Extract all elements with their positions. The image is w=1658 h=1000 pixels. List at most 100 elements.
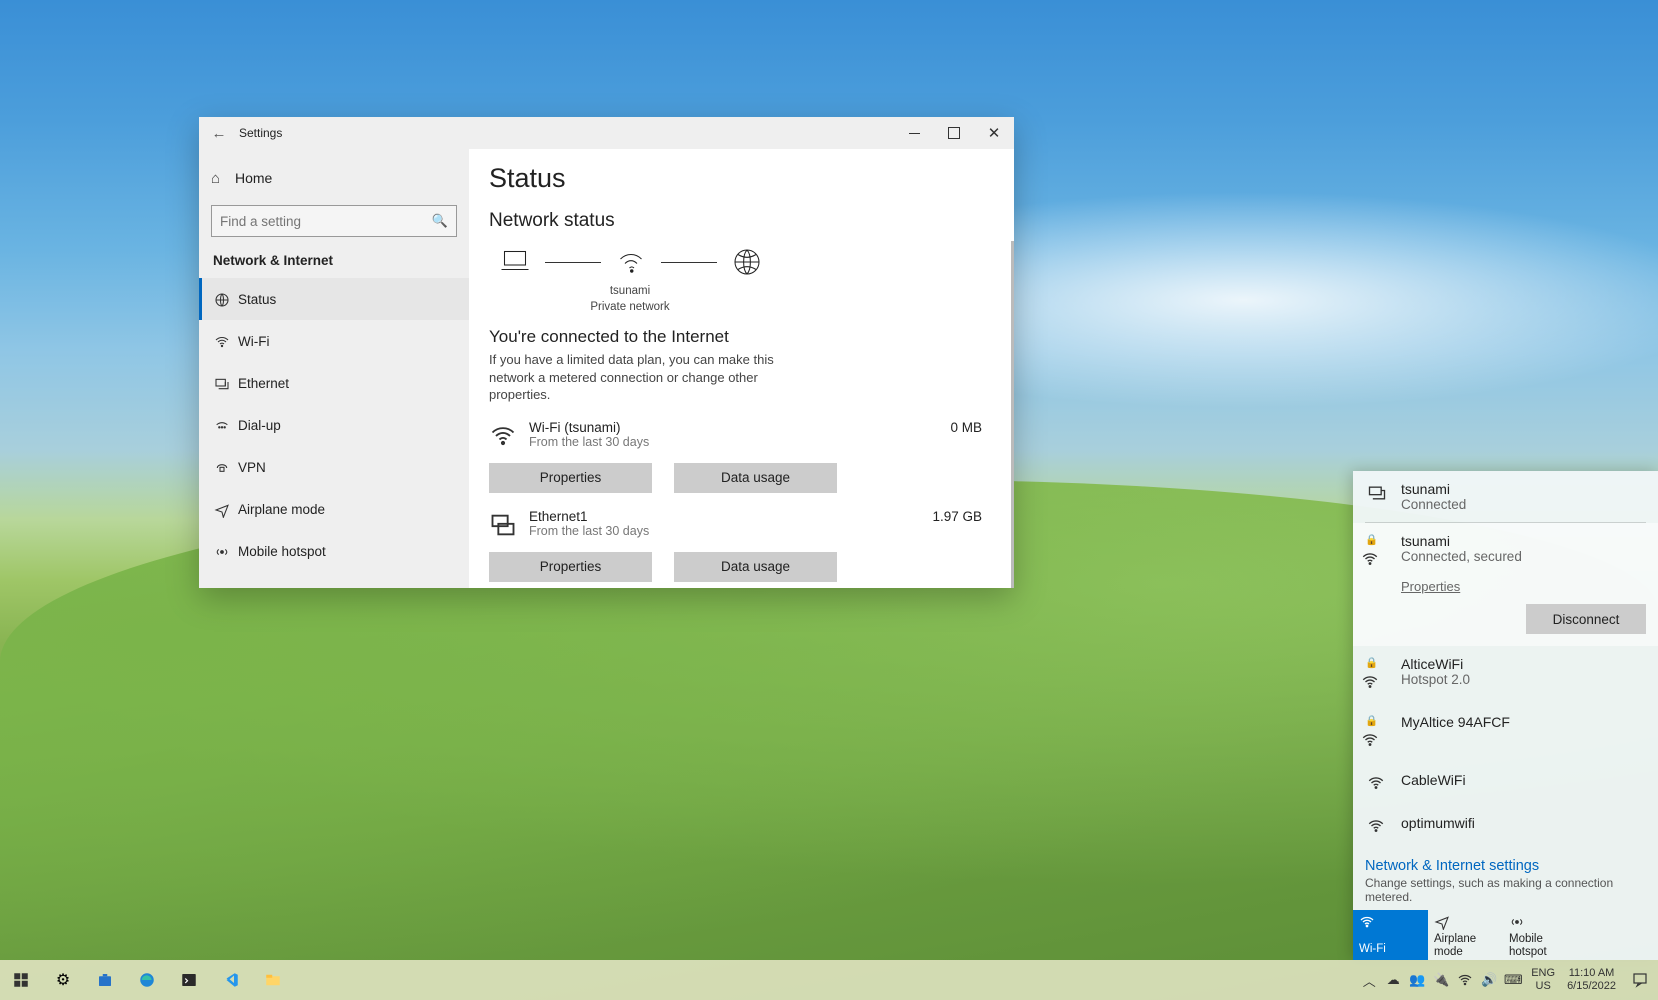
connection-description: If you have a limited data plan, you can…	[489, 351, 819, 404]
find-setting-search[interactable]: 🔍	[211, 205, 457, 237]
network-sub: From the last 30 days	[529, 435, 950, 449]
sidebar-item-wifi[interactable]: Wi-Fi	[199, 320, 469, 362]
airplane-icon	[214, 500, 238, 517]
settings-link-title: Network & Internet settings	[1365, 858, 1646, 874]
sidebar-item-label: VPN	[238, 460, 266, 475]
network-name: Wi-Fi (tsunami)	[529, 420, 950, 435]
diagram-caption: tsunami Private network	[515, 284, 745, 315]
taskbar: ⚙ ︿ ☁ 👥 🔌 🔊 ⌨ ENG US 11:10 AM 6/15/2022	[0, 960, 1658, 1000]
flyout-settings-link[interactable]: Network & Internet settings Change setti…	[1353, 848, 1658, 910]
disconnect-button[interactable]: Disconnect	[1526, 604, 1646, 634]
sidebar-item-airplane[interactable]: Airplane mode	[199, 488, 469, 530]
window-titlebar[interactable]: ← Settings ✕	[199, 117, 1014, 149]
taskbar-app-store[interactable]	[84, 960, 126, 1000]
properties-button[interactable]: Properties	[489, 463, 652, 493]
tray-meet-icon[interactable]: 👥	[1405, 960, 1429, 1000]
flyout-network-item[interactable]: 🔒 AlticeWiFi Hotspot 2.0	[1353, 646, 1658, 704]
home-icon: ⌂	[211, 170, 235, 187]
lang-secondary: US	[1536, 980, 1551, 993]
tray-keyboard-icon[interactable]: ⌨	[1501, 960, 1525, 1000]
sidebar-item-hotspot[interactable]: Mobile hotspot	[199, 530, 469, 572]
sidebar-item-status[interactable]: Status	[199, 278, 469, 320]
sidebar-item-dialup[interactable]: Dial-up	[199, 404, 469, 446]
sidebar-item-label: Status	[238, 292, 276, 307]
sidebar-item-vpn[interactable]: VPN	[199, 446, 469, 488]
sidebar-item-ethernet[interactable]: Ethernet	[199, 362, 469, 404]
airplane-icon	[1434, 914, 1497, 933]
flyout-network-item[interactable]: CableWiFi	[1353, 762, 1658, 805]
sidebar-item-label: Mobile hotspot	[238, 544, 326, 559]
connection-headline: You're connected to the Internet	[489, 327, 988, 347]
taskbar-app-terminal[interactable]	[168, 960, 210, 1000]
section-title: Network status	[489, 210, 988, 232]
wifi-secured-icon: 🔒	[1367, 656, 1389, 694]
flyout-quick-tiles: Wi-Fi Airplane mode Mobile hotspot	[1353, 910, 1658, 960]
diagram-profile: Private network	[515, 300, 745, 316]
wifi-icon	[214, 332, 238, 349]
tray-power-icon[interactable]: 🔌	[1429, 960, 1453, 1000]
network-row-wifi: Wi-Fi (tsunami) From the last 30 days 0 …	[489, 420, 988, 455]
close-button[interactable]: ✕	[974, 117, 1014, 149]
data-usage-button[interactable]: Data usage	[674, 463, 837, 493]
tile-wifi[interactable]: Wi-Fi	[1353, 910, 1428, 960]
flyout-active-network[interactable]: 🔒 tsunami Connected, secured Properties …	[1353, 523, 1658, 646]
settings-window: ← Settings ✕ ⌂ Home 🔍 Network & Internet…	[199, 117, 1014, 588]
dialup-icon	[214, 416, 238, 433]
wifi-secured-icon: 🔒	[1367, 533, 1389, 571]
back-button[interactable]: ←	[199, 125, 239, 142]
network-usage: 0 MB	[950, 420, 988, 435]
wifi-icon	[489, 420, 529, 455]
tile-airplane[interactable]: Airplane mode	[1428, 910, 1503, 960]
network-row-ethernet: Ethernet1 From the last 30 days 1.97 GB	[489, 509, 988, 544]
search-input[interactable]	[220, 214, 432, 229]
hotspot-icon	[214, 542, 238, 559]
flyout-current-network[interactable]: tsunami Connected	[1353, 471, 1658, 522]
tray-wifi-icon[interactable]	[1453, 960, 1477, 1000]
scrollbar[interactable]	[1011, 241, 1014, 588]
flyout-network-item[interactable]: optimumwifi	[1353, 805, 1658, 848]
network-name: Ethernet1	[529, 509, 932, 524]
flyout-network-item[interactable]: 🔒 MyAltice 94AFCF	[1353, 704, 1658, 762]
network-status: Connected, secured	[1401, 549, 1522, 564]
tray-language[interactable]: ENG US	[1525, 960, 1561, 1000]
tile-hotspot[interactable]: Mobile hotspot	[1503, 910, 1578, 960]
sidebar-item-label: Ethernet	[238, 376, 289, 391]
laptop-icon	[495, 242, 535, 282]
tray-action-center[interactable]	[1622, 960, 1658, 1000]
network-name: MyAltice 94AFCF	[1401, 714, 1510, 730]
tile-label: Airplane mode	[1434, 933, 1497, 958]
home-nav[interactable]: ⌂ Home	[199, 157, 469, 199]
wifi-flyout: tsunami Connected 🔒 tsunami Connected, s…	[1353, 471, 1658, 960]
maximize-button[interactable]	[934, 117, 974, 149]
wifi-secured-icon: 🔒	[1367, 714, 1389, 752]
tray-clock[interactable]: 11:10 AM 6/15/2022	[1561, 960, 1622, 1000]
status-icon	[214, 290, 238, 307]
globe-icon	[727, 242, 767, 282]
tray-onedrive-icon[interactable]: ☁	[1381, 960, 1405, 1000]
taskbar-app-settings[interactable]: ⚙	[42, 960, 84, 1000]
search-icon: 🔍	[432, 213, 448, 229]
minimize-button[interactable]	[894, 117, 934, 149]
clock-date: 6/15/2022	[1567, 980, 1616, 993]
properties-link[interactable]: Properties	[1401, 579, 1460, 594]
tray-volume-icon[interactable]: 🔊	[1477, 960, 1501, 1000]
taskbar-app-explorer[interactable]	[252, 960, 294, 1000]
network-name: AlticeWiFi	[1401, 656, 1470, 672]
start-button[interactable]	[0, 960, 42, 1000]
taskbar-app-edge[interactable]	[126, 960, 168, 1000]
settings-content: Status Network status tsunami Private ne…	[469, 149, 1014, 588]
home-label: Home	[235, 170, 272, 186]
diagram-ssid: tsunami	[515, 284, 745, 300]
data-usage-button[interactable]: Data usage	[674, 552, 837, 582]
ethernet-icon	[214, 374, 238, 391]
taskbar-app-vscode[interactable]	[210, 960, 252, 1000]
network-name: tsunami	[1401, 481, 1466, 497]
network-diagram	[495, 242, 988, 282]
page-title: Status	[489, 163, 988, 194]
sidebar-item-label: Dial-up	[238, 418, 281, 433]
properties-button[interactable]: Properties	[489, 552, 652, 582]
tray-chevron-up-icon[interactable]: ︿	[1357, 960, 1381, 1000]
ethernet-icon	[489, 509, 529, 544]
settings-sidebar: ⌂ Home 🔍 Network & Internet Status Wi-Fi…	[199, 149, 469, 588]
vpn-icon	[214, 458, 238, 475]
